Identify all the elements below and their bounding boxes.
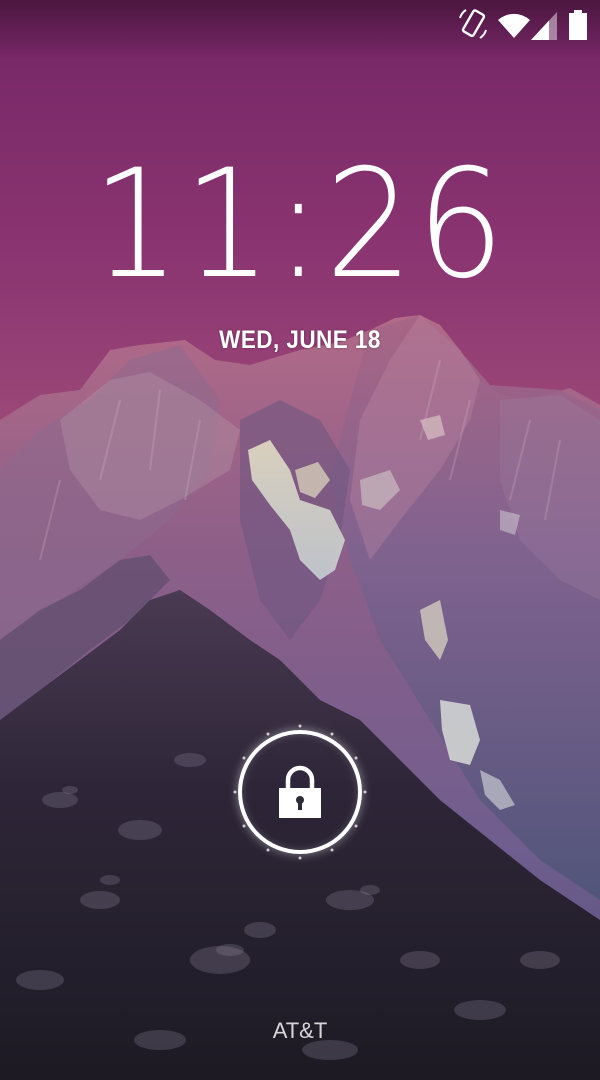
clock-time: 11:26 bbox=[0, 140, 600, 310]
screen-rotation-icon bbox=[456, 6, 490, 42]
battery-icon bbox=[567, 6, 589, 42]
clock-time-text: 11:26 bbox=[91, 138, 509, 312]
cell-signal-icon bbox=[529, 6, 559, 42]
unlock-handle[interactable] bbox=[232, 724, 368, 860]
date-label: WED, JUNE 18 bbox=[219, 326, 381, 354]
lock-icon[interactable] bbox=[276, 764, 324, 820]
lock-screen: 11:26 WED, JUNE 18 AT&T bbox=[0, 0, 600, 1080]
wifi-icon bbox=[497, 6, 531, 42]
status-bar bbox=[0, 0, 600, 50]
carrier-label: AT&T bbox=[272, 1018, 328, 1043]
